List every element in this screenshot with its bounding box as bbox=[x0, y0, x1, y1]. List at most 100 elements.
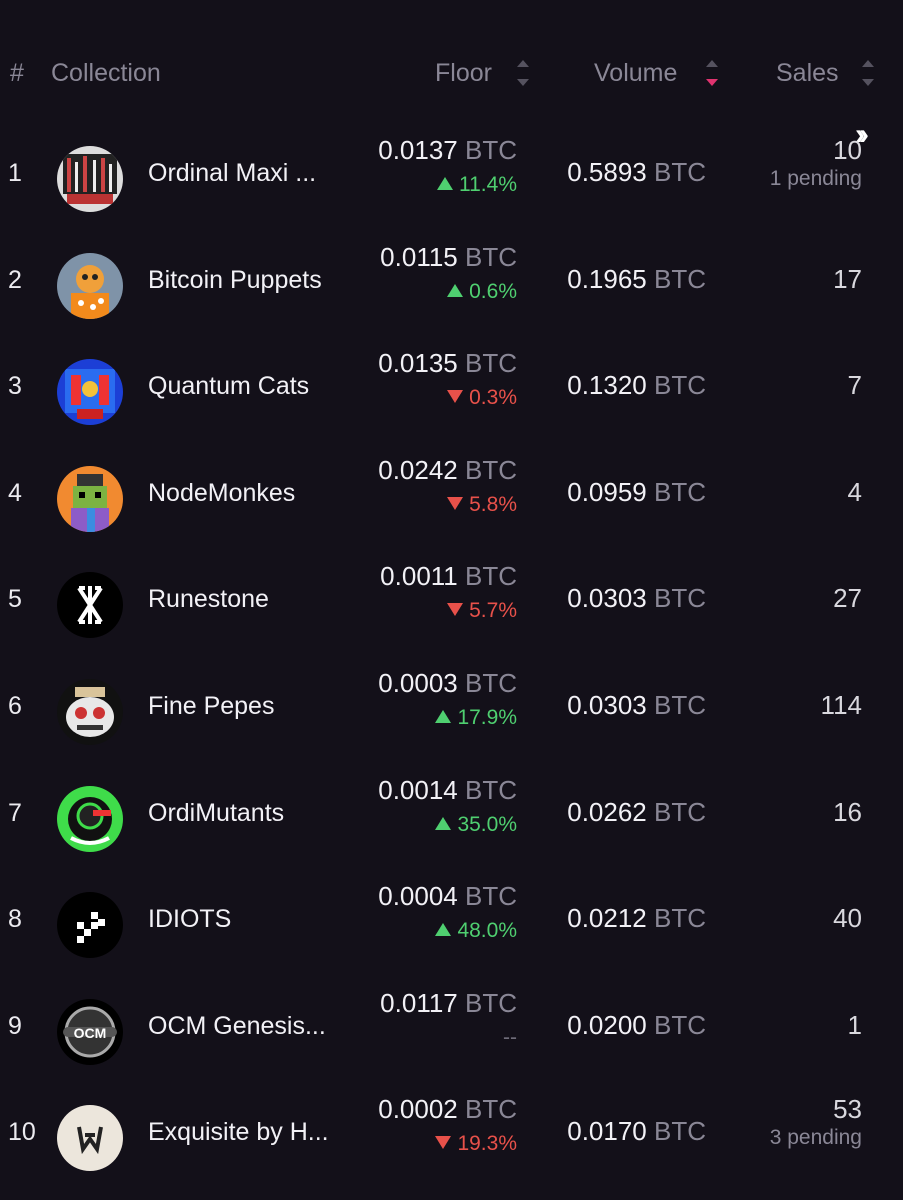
floor-value: 0.0135 bbox=[378, 348, 458, 379]
floor-cell: 0.0003 BTC 17.9% bbox=[300, 668, 517, 743]
floor-unit: BTC bbox=[465, 774, 517, 805]
floor-unit: BTC bbox=[465, 348, 517, 379]
floor-change-value: 48.0% bbox=[457, 919, 517, 943]
collection-name[interactable]: Quantum Cats bbox=[148, 372, 309, 401]
floor-value: 0.0137 bbox=[378, 135, 458, 165]
sales-count: 16 bbox=[833, 796, 862, 827]
volume: 0.1965 BTC bbox=[567, 264, 706, 295]
floor-price: 0.0137 BTC bbox=[378, 135, 517, 166]
floor-unit: BTC bbox=[465, 881, 517, 912]
table-row[interactable]: 4 NodeMonkes 0.0242 BTC 5.8% 0.0959 BTC … bbox=[0, 435, 903, 542]
volume-sort-icon[interactable] bbox=[706, 58, 718, 88]
table-row[interactable]: 6 Fine Pepes 0.0003 BTC 17.9% 0.0303 BTC… bbox=[0, 648, 903, 755]
floor-price: 0.0011 BTC bbox=[380, 561, 517, 592]
sales-header[interactable]: Sales bbox=[776, 59, 839, 88]
floor-header[interactable]: Floor bbox=[435, 59, 492, 88]
floor-price: 0.0135 BTC bbox=[378, 348, 517, 379]
volume: 0.5893 BTC bbox=[567, 157, 706, 188]
volume: 0.0959 BTC bbox=[567, 477, 706, 508]
sales-count: 40 bbox=[833, 903, 862, 934]
volume-value: 0.0303 bbox=[567, 583, 647, 614]
collection-avatar[interactable] bbox=[57, 252, 123, 319]
collection-avatar[interactable] bbox=[57, 1105, 123, 1172]
rank: 5 bbox=[8, 585, 22, 614]
table-row[interactable]: 7 OrdiMutants 0.0014 BTC 35.0% 0.0262 BT… bbox=[0, 755, 903, 862]
floor-unit: BTC bbox=[465, 668, 517, 698]
triangle-down-icon bbox=[447, 390, 464, 404]
table-row[interactable]: 2 Bitcoin Puppets 0.0115 BTC 0.6% 0.1965… bbox=[0, 222, 903, 329]
floor-change-value: 19.3% bbox=[457, 1132, 517, 1156]
collection-avatar[interactable]: OCM bbox=[57, 998, 123, 1065]
collection-name[interactable]: Bitcoin Puppets bbox=[148, 266, 322, 295]
sales-count: 1 bbox=[847, 1009, 862, 1040]
volume-value: 0.0303 bbox=[567, 690, 647, 720]
floor-cell: 0.0135 BTC 0.3% bbox=[300, 348, 517, 423]
collection-avatar[interactable] bbox=[57, 892, 123, 959]
collection-avatar[interactable] bbox=[57, 679, 123, 745]
volume: 0.0212 BTC bbox=[567, 903, 706, 934]
collection-name[interactable]: Ordinal Maxi ... bbox=[148, 159, 316, 188]
triangle-up-icon bbox=[435, 816, 452, 830]
floor-price: 0.0117 BTC bbox=[380, 988, 517, 1019]
triangle-up-icon bbox=[437, 176, 453, 190]
volume-unit: BTC bbox=[654, 1009, 706, 1040]
sales-sort-icon[interactable] bbox=[862, 58, 874, 88]
collection-avatar[interactable] bbox=[57, 359, 123, 426]
volume-header[interactable]: Volume bbox=[594, 59, 677, 88]
collection-name[interactable]: Fine Pepes bbox=[148, 692, 274, 721]
collection-avatar[interactable] bbox=[57, 572, 123, 639]
floor-price: 0.0242 BTC bbox=[378, 455, 517, 486]
svg-text:OCM: OCM bbox=[74, 1025, 107, 1041]
floor-change-value: 17.9% bbox=[457, 706, 517, 729]
collection-header[interactable]: Collection bbox=[51, 59, 161, 88]
rank: 6 bbox=[8, 692, 22, 720]
floor-value: 0.0242 bbox=[378, 454, 458, 485]
volume-value: 0.1320 bbox=[567, 370, 647, 401]
volume-unit: BTC bbox=[654, 476, 706, 507]
sales-count: 17 bbox=[833, 263, 862, 294]
floor-value: 0.0004 bbox=[378, 881, 458, 912]
volume-value: 0.0200 bbox=[567, 1009, 647, 1040]
floor-change: 0.6% bbox=[447, 280, 517, 304]
volume-value: 0.0262 bbox=[567, 796, 647, 827]
floor-value: 0.0014 bbox=[378, 774, 458, 805]
floor-sort-icon[interactable] bbox=[517, 58, 529, 88]
floor-cell: 0.0117 BTC -- bbox=[300, 988, 517, 1063]
sales-count: 4 bbox=[847, 476, 862, 507]
triangle-up-icon bbox=[435, 923, 452, 937]
collection-avatar[interactable] bbox=[57, 785, 123, 852]
sales-count: 53 bbox=[833, 1094, 862, 1125]
volume: 0.0303 BTC bbox=[567, 583, 706, 614]
floor-price: 0.0115 BTC bbox=[380, 242, 517, 273]
collection-name[interactable]: NodeMonkes bbox=[148, 479, 295, 508]
table-row[interactable]: 1 Ordinal Maxi ... 0.0137 BTC 11.4% 0.58… bbox=[0, 115, 903, 222]
floor-change: 5.7% bbox=[447, 599, 517, 623]
volume-value: 0.1965 bbox=[567, 263, 647, 294]
collection-avatar[interactable] bbox=[57, 465, 123, 532]
sales-count: 27 bbox=[833, 583, 862, 614]
volume-unit: BTC bbox=[654, 370, 706, 401]
volume-value: 0.0959 bbox=[567, 476, 647, 507]
rank: 2 bbox=[8, 265, 22, 294]
collection-avatar[interactable] bbox=[57, 146, 123, 212]
floor-change: 35.0% bbox=[435, 813, 517, 837]
collection-name[interactable]: IDIOTS bbox=[148, 905, 231, 934]
floor-unit: BTC bbox=[465, 1094, 517, 1125]
collection-name[interactable]: OrdiMutants bbox=[148, 799, 284, 828]
table-row[interactable]: 9 OCM OCM Genesis... 0.0117 BTC -- 0.020… bbox=[0, 968, 903, 1075]
volume-unit: BTC bbox=[654, 690, 706, 720]
floor-cell: 0.0011 BTC 5.7% bbox=[300, 561, 517, 636]
collection-name[interactable]: Runestone bbox=[148, 585, 269, 614]
table-header: # Collection Floor Volume Sales bbox=[0, 45, 903, 105]
table-row[interactable]: 8 IDIOTS 0.0004 BTC 48.0% 0.0212 BTC 40 bbox=[0, 861, 903, 968]
table-row[interactable]: 10 Exquisite by H... 0.0002 BTC 19.3% 0.… bbox=[0, 1074, 903, 1181]
floor-cell: 0.0115 BTC 0.6% bbox=[300, 242, 517, 317]
table-row[interactable]: 3 Quantum Cats 0.0135 BTC 0.3% 0.1320 BT… bbox=[0, 328, 903, 435]
rank: 9 bbox=[8, 1011, 22, 1040]
table-row[interactable]: 5 Runestone 0.0011 BTC 5.7% 0.0303 BTC 2… bbox=[0, 541, 903, 648]
floor-change: 19.3% bbox=[435, 1132, 517, 1156]
pending-count: 3 pending bbox=[769, 1126, 862, 1150]
floor-unit: BTC bbox=[465, 561, 517, 592]
floor-price: 0.0004 BTC bbox=[378, 881, 517, 912]
floor-change-value: 11.4% bbox=[459, 173, 517, 196]
